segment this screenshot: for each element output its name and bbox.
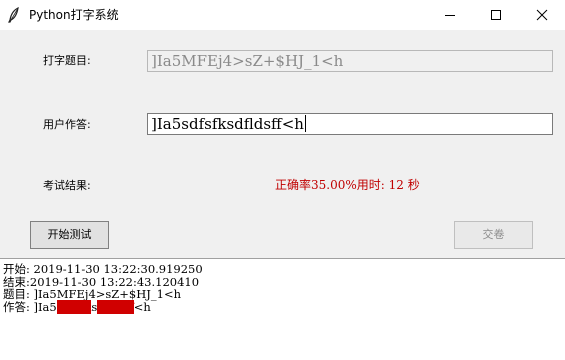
start-test-button[interactable]: 开始测试	[30, 221, 109, 249]
result-label: 考试结果:	[43, 179, 91, 192]
answer-label: 用户作答:	[43, 118, 91, 131]
log-answer-error: dfldsff	[97, 299, 134, 314]
log-topic-line: 题目: ]Ia5MFEj4>sZ+$HJ_1<h	[3, 287, 181, 301]
log-answer-prefix: 作答: ]Ia5	[3, 299, 57, 314]
text-caret	[304, 115, 306, 132]
minimize-button[interactable]	[427, 0, 473, 30]
log-answer-error: sdfsfk	[56, 299, 92, 314]
topic-field: ]Ia5MFEj4>sZ+$HJ_1<h	[147, 50, 553, 72]
answer-input-text: ]Ia5sdfsfksdfldsff<h	[151, 115, 304, 133]
maximize-button[interactable]	[473, 0, 519, 30]
window-title: Python打字系统	[29, 8, 119, 22]
log-start-line: 开始: 2019-11-30 13:22:30.919250	[3, 262, 203, 276]
close-icon	[536, 9, 548, 21]
topic-label: 打字题目:	[43, 54, 91, 67]
answer-input[interactable]: ]Ia5sdfsfksdfldsff<h	[147, 113, 553, 135]
result-text: 正确率35.00%用时: 12 秒	[275, 178, 420, 192]
result-log[interactable]: 开始: 2019-11-30 13:22:30.919250 结束:2019-1…	[0, 258, 565, 360]
minimize-icon	[445, 15, 455, 16]
submit-button[interactable]: 交卷	[454, 221, 533, 249]
log-answer-line: 作答: ]Ia5sdfsfksdfldsff<h	[3, 299, 565, 314]
close-button[interactable]	[519, 0, 565, 30]
log-answer-correct: <h	[133, 299, 151, 314]
title-bar: Python打字系统	[0, 0, 565, 30]
feather-icon	[7, 6, 21, 23]
maximize-icon	[491, 10, 501, 20]
